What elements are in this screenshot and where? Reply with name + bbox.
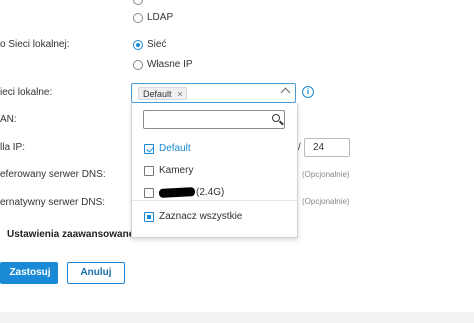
optional-hint-alternate-dns: (Opcjonalnie)	[302, 197, 350, 206]
optional-hint-preferred-dns: (Opcjonalnie)	[302, 170, 350, 179]
info-icon[interactable]: i	[302, 86, 314, 98]
local-networks-label: ieci lokalne:	[0, 87, 53, 98]
lan-label: AN:	[0, 114, 17, 125]
preferred-dns-label: eferowany serwer DNS:	[0, 169, 106, 180]
radio-ldap[interactable]	[133, 13, 143, 23]
radio-network-label: Sieć	[147, 39, 167, 50]
dropdown-item-label-wrap: (2.4G)	[158, 186, 225, 198]
dropdown-item-label: (2.4G)	[196, 187, 225, 198]
dropdown-search-input[interactable]	[143, 110, 285, 129]
checkbox-24g[interactable]	[144, 188, 154, 198]
radio-custom-ip-label: Własne IP	[147, 59, 193, 70]
radio-network[interactable]	[133, 40, 143, 50]
ip-range-label: lla IP:	[0, 142, 26, 153]
chevron-up-icon[interactable]	[280, 87, 291, 98]
radio-cutoff[interactable]	[133, 0, 143, 5]
advanced-settings-toggle[interactable]: Ustawienia zaawansowane	[7, 229, 134, 240]
footer-strip	[0, 312, 474, 323]
radio-ldap-label: LDAP	[147, 12, 174, 23]
cancel-button[interactable]: Anuluj	[67, 262, 125, 284]
selected-chip: Default ×	[138, 87, 187, 100]
selected-chip-label: Default	[143, 89, 172, 99]
local-networks-select[interactable]: Default ×	[131, 83, 296, 103]
radio-custom-ip[interactable]	[133, 60, 143, 70]
dropdown-divider	[132, 200, 297, 201]
dhcp-server-label: o Sieci lokalnej:	[0, 39, 70, 50]
checkbox-default[interactable]	[144, 144, 154, 154]
checkbox-kamery[interactable]	[144, 166, 154, 176]
chip-remove-icon[interactable]: ×	[177, 88, 182, 101]
dropdown-item-label: Default	[159, 143, 191, 154]
local-networks-dropdown: Default Kamery (2.4G) Zaznacz wszystkie	[131, 103, 298, 238]
ip-range-slash: /	[298, 142, 301, 153]
apply-button[interactable]: Zastosuj	[0, 262, 58, 284]
search-icon	[272, 114, 280, 122]
select-all-label: Zaznacz wszystkie	[159, 211, 243, 222]
alternate-dns-label: ernatywny serwer DNS:	[0, 197, 106, 208]
ip-prefix-input[interactable]: 24	[304, 138, 350, 157]
dropdown-item-label: Kamery	[159, 165, 194, 176]
checkbox-select-all[interactable]	[144, 212, 154, 222]
redacted-mark	[158, 186, 196, 198]
